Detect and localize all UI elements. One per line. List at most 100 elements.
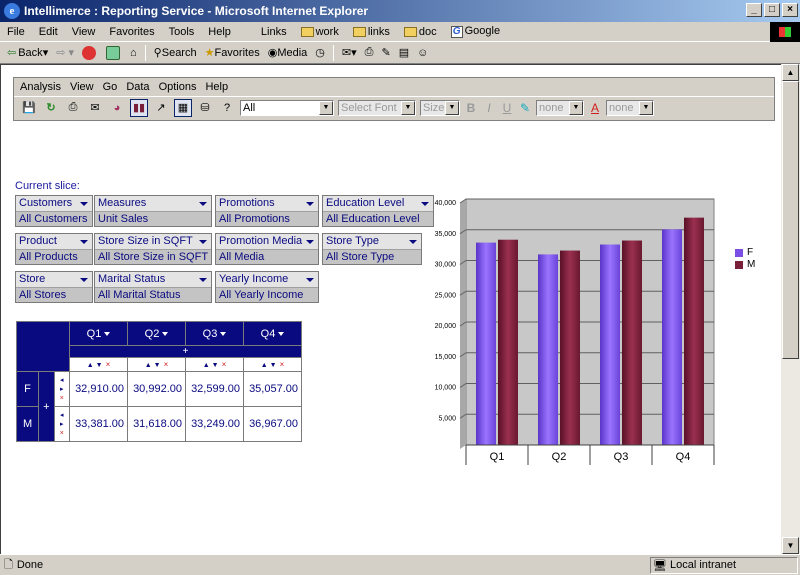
font-color-icon[interactable]: A bbox=[588, 101, 602, 115]
forward-button[interactable]: ⇨ ▾ bbox=[53, 46, 77, 59]
link-doc[interactable]: doc bbox=[397, 26, 444, 38]
slicer-store-type[interactable]: Store Type All Store Type bbox=[322, 233, 422, 265]
slicer-title[interactable]: Store bbox=[16, 272, 92, 288]
vertical-scrollbar[interactable]: ▲ ▼ bbox=[781, 64, 800, 554]
column-header-q1[interactable]: Q1 bbox=[69, 321, 128, 346]
scroll-up-icon[interactable]: ▲ bbox=[782, 64, 799, 81]
underline-button[interactable]: U bbox=[500, 101, 514, 115]
chevron-down-icon[interactable] bbox=[306, 240, 314, 244]
foreground-color-select[interactable]: none ▼ bbox=[606, 99, 654, 116]
chevron-down-icon[interactable] bbox=[409, 240, 417, 244]
size-select[interactable]: Size ▼ bbox=[420, 99, 460, 116]
menu-tools[interactable]: Tools bbox=[162, 26, 202, 38]
link-work[interactable]: work bbox=[294, 26, 346, 38]
chevron-down-icon[interactable] bbox=[80, 278, 88, 282]
app-menu-options[interactable]: Options bbox=[159, 81, 197, 93]
chevron-down-icon[interactable] bbox=[199, 240, 207, 244]
chevron-down-icon[interactable] bbox=[306, 278, 314, 282]
menu-file[interactable]: File bbox=[0, 26, 32, 38]
mail-icon[interactable]: ✉ bbox=[86, 99, 104, 117]
messenger-button[interactable]: ☺ bbox=[414, 47, 431, 59]
chevron-down-icon[interactable] bbox=[306, 202, 314, 206]
slicer-promotion-media[interactable]: Promotion Media All Media bbox=[215, 233, 319, 265]
row-controls[interactable]: ◂ ▸ × bbox=[53, 406, 71, 442]
home-button[interactable]: ⌂ bbox=[127, 47, 140, 59]
back-button[interactable]: ⇦ Back ▾ bbox=[4, 46, 51, 60]
app-menu-go[interactable]: Go bbox=[103, 81, 118, 93]
slicer-title[interactable]: Education Level bbox=[323, 196, 433, 212]
search-button[interactable]: ⚲ Search bbox=[151, 46, 200, 60]
slicer-education-level[interactable]: Education Level All Education Level bbox=[322, 195, 434, 227]
sort-controls[interactable]: ▲ ▼ × bbox=[243, 357, 302, 372]
edit-button[interactable]: ✎ bbox=[378, 46, 393, 59]
sort-controls[interactable]: ▲ ▼ × bbox=[69, 357, 128, 372]
line-chart-icon[interactable]: ↗ bbox=[152, 99, 170, 117]
refresh-button[interactable] bbox=[103, 45, 125, 60]
slicer-title[interactable]: Product bbox=[16, 234, 92, 250]
print-icon[interactable]: ⎙ bbox=[64, 99, 82, 117]
grid-view-icon[interactable]: ▦ bbox=[174, 98, 192, 117]
chevron-down-icon[interactable] bbox=[80, 240, 88, 244]
scroll-thumb[interactable] bbox=[782, 81, 799, 359]
favorites-button[interactable]: ★ Favorites bbox=[202, 46, 263, 60]
bold-button[interactable]: B bbox=[464, 101, 478, 115]
discuss-button[interactable]: ▤ bbox=[396, 46, 412, 59]
menu-help[interactable]: Help bbox=[201, 26, 238, 38]
row-header-m[interactable]: M bbox=[15, 406, 40, 442]
slicer-yearly-income[interactable]: Yearly Income All Yearly Income bbox=[215, 271, 319, 303]
chart-wizard-icon[interactable]: ◕ bbox=[108, 99, 126, 117]
help-icon[interactable]: ? bbox=[218, 99, 236, 117]
print-button[interactable]: ⎙ bbox=[362, 46, 377, 59]
minimize-button[interactable]: _ bbox=[746, 3, 762, 17]
history-button[interactable]: ◷ bbox=[312, 46, 328, 59]
bar-chart-icon[interactable]: ▮▮ bbox=[130, 98, 148, 117]
expand-rows-button[interactable]: + bbox=[38, 371, 55, 442]
database-icon[interactable]: ⛁ bbox=[196, 99, 214, 117]
app-menu-analysis[interactable]: Analysis bbox=[20, 81, 61, 93]
link-google[interactable]: G Google bbox=[444, 25, 507, 38]
chevron-down-icon[interactable] bbox=[199, 278, 207, 282]
link-links[interactable]: links bbox=[346, 26, 397, 38]
chevron-down-icon[interactable] bbox=[80, 202, 88, 206]
italic-button[interactable]: I bbox=[482, 101, 496, 115]
slicer-title[interactable]: Measures bbox=[95, 196, 211, 212]
maximize-button[interactable]: □ bbox=[764, 3, 780, 17]
slicer-product[interactable]: Product All Products bbox=[15, 233, 93, 265]
chevron-down-icon[interactable] bbox=[199, 202, 207, 206]
expand-columns-button[interactable]: + bbox=[69, 345, 302, 358]
slicer-title[interactable]: Yearly Income bbox=[216, 272, 318, 288]
media-button[interactable]: ◉ Media bbox=[265, 46, 311, 60]
fill-color-icon[interactable]: ✎ bbox=[518, 101, 532, 115]
menu-edit[interactable]: Edit bbox=[32, 26, 65, 38]
row-header-f[interactable]: F bbox=[15, 371, 40, 407]
slicer-measures[interactable]: Measures Unit Sales bbox=[94, 195, 212, 227]
view-select[interactable]: All ▼ bbox=[240, 99, 334, 116]
scroll-down-icon[interactable]: ▼ bbox=[782, 537, 799, 554]
slicer-store-size-in-sqft[interactable]: Store Size in SQFT All Store Size in SQFT bbox=[94, 233, 212, 265]
menu-view[interactable]: View bbox=[65, 26, 103, 38]
save-icon[interactable]: 💾 bbox=[20, 99, 38, 117]
mail-button[interactable]: ✉ ▾ bbox=[339, 46, 360, 59]
app-menu-help[interactable]: Help bbox=[205, 81, 228, 93]
close-button[interactable]: × bbox=[782, 3, 798, 17]
slicer-title[interactable]: Marital Status bbox=[95, 272, 211, 288]
column-header-q2[interactable]: Q2 bbox=[127, 321, 186, 346]
slicer-title[interactable]: Promotions bbox=[216, 196, 318, 212]
column-header-q3[interactable]: Q3 bbox=[185, 321, 244, 346]
slicer-title[interactable]: Promotion Media bbox=[216, 234, 318, 250]
slicer-title[interactable]: Customers bbox=[16, 196, 92, 212]
slicer-title[interactable]: Store Size in SQFT bbox=[95, 234, 211, 250]
sort-controls[interactable]: ▲ ▼ × bbox=[127, 357, 186, 372]
slicer-marital-status[interactable]: Marital Status All Marital Status bbox=[94, 271, 212, 303]
column-header-q4[interactable]: Q4 bbox=[243, 321, 302, 346]
slicer-customers[interactable]: Customers All Customers bbox=[15, 195, 93, 227]
font-select[interactable]: Select Font ▼ bbox=[338, 99, 416, 116]
refresh-icon[interactable]: ↻ bbox=[42, 99, 60, 117]
menu-favorites[interactable]: Favorites bbox=[102, 26, 161, 38]
stop-button[interactable] bbox=[79, 45, 101, 60]
slicer-store[interactable]: Store All Stores bbox=[15, 271, 93, 303]
slicer-promotions[interactable]: Promotions All Promotions bbox=[215, 195, 319, 227]
background-color-select[interactable]: none ▼ bbox=[536, 99, 584, 116]
sort-controls[interactable]: ▲ ▼ × bbox=[185, 357, 244, 372]
row-controls[interactable]: ◂ ▸ × bbox=[53, 371, 71, 407]
